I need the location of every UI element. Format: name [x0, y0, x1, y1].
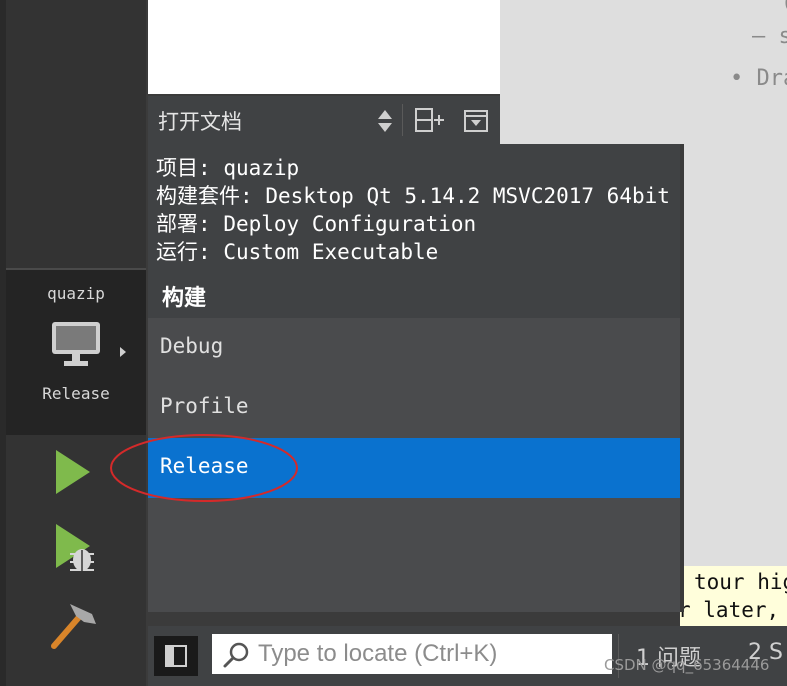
run-value: Custom Executable [223, 240, 439, 264]
kit-label: 构建套件: [156, 184, 253, 208]
deploy-value: Deploy Configuration [223, 212, 477, 236]
debug-run-icon[interactable] [40, 520, 100, 580]
split-add-icon[interactable] [414, 106, 446, 134]
chevron-right-icon [120, 347, 126, 357]
run-icon[interactable] [40, 442, 100, 502]
desktop-monitor-icon [52, 322, 100, 366]
run-label: 运行: [156, 240, 211, 264]
sidebar-toggle-icon [165, 645, 187, 667]
toggle-sidebar-button[interactable] [154, 636, 198, 676]
open-documents-label[interactable]: 打开文档 [158, 106, 242, 136]
locator-field[interactable] [212, 634, 612, 674]
editor-text-fragment: • Dra [730, 66, 787, 91]
build-section-title: 构建 [162, 286, 207, 311]
tour-note-line: r later, [680, 598, 780, 622]
tour-note-line: tour hig [694, 570, 787, 594]
build-config-profile[interactable]: Profile [148, 378, 680, 438]
open-documents-header: 打开文档 [148, 96, 500, 144]
popup-run-line: 运行: Custom Executable [156, 236, 438, 266]
editor-text-fragment: – s [752, 24, 787, 49]
kit-selector[interactable]: quazip Release [6, 270, 146, 435]
popup-project-line: 项目: quazip [156, 152, 299, 182]
deploy-label: 部署: [156, 212, 211, 236]
hammer-icon[interactable] [40, 596, 100, 656]
kit-value: Desktop Qt 5.14.2 MSVC2017 64bit [265, 184, 670, 208]
sort-updown-icon[interactable] [376, 108, 394, 134]
build-config-debug[interactable]: Debug [148, 318, 680, 378]
annotation-ellipse [110, 434, 298, 502]
kit-build-config: Release [42, 384, 110, 403]
search-icon [223, 642, 249, 668]
popup-shadow [680, 144, 684, 612]
locator-input[interactable] [258, 634, 606, 674]
close-pane-icon[interactable] [464, 110, 488, 132]
popup-deploy-line: 部署: Deploy Configuration [156, 208, 476, 238]
kit-project-name: quazip [47, 284, 105, 303]
project-label: 项目: [156, 156, 211, 180]
tour-notification: tour hig r later, [680, 566, 787, 626]
kit-popup: 项目: quazip 构建套件: Desktop Qt 5.14.2 MSVC2… [148, 144, 680, 612]
project-value: quazip [223, 156, 300, 180]
watermark: CSDN @qq_65364446 [604, 656, 770, 674]
build-config-label: Debug [160, 334, 224, 358]
popup-kit-line: 构建套件: Desktop Qt 5.14.2 MSVC2017 64bit [156, 180, 670, 210]
header-separator [402, 104, 403, 136]
project-tree-area [148, 0, 500, 94]
build-config-label: Profile [160, 394, 249, 418]
